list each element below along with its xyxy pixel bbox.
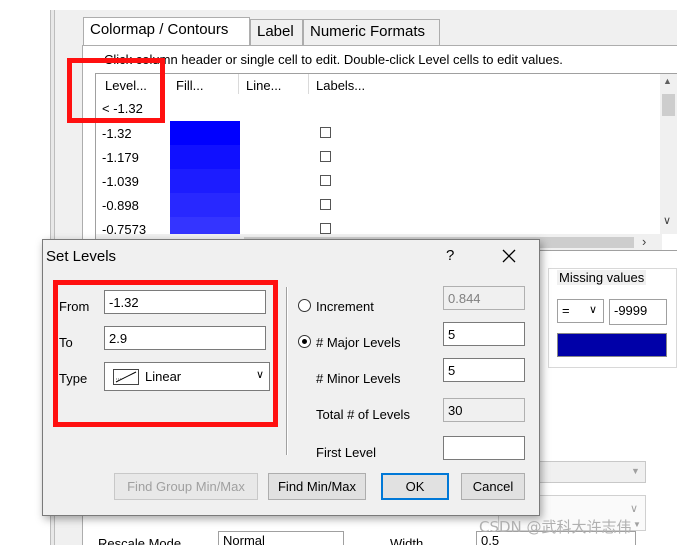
minor-levels-input[interactable]	[443, 358, 525, 382]
missing-values-label: Missing values	[557, 270, 647, 285]
rescale-mode-label: Rescale Mode	[98, 536, 182, 545]
help-button[interactable]: ?	[446, 247, 454, 264]
fill-swatch[interactable]	[170, 121, 240, 145]
scroll-up-icon[interactable]: ▲	[663, 76, 672, 86]
tab-label[interactable]: Label	[250, 19, 303, 45]
column-separator	[238, 74, 239, 94]
total-levels-label: Total # of Levels	[316, 407, 410, 422]
label-checkbox[interactable]	[320, 127, 331, 138]
highlight-box-range-fields	[53, 280, 278, 427]
watermark: CSDN @武科大许志伟	[479, 518, 632, 536]
level-cell[interactable]: -1.039	[102, 174, 139, 189]
label-checkbox[interactable]	[320, 199, 331, 210]
grid-hint-text: Click column header or single cell to ed…	[104, 52, 563, 67]
missing-operator-value: =	[562, 303, 570, 318]
find-group-minmax-button[interactable]: Find Group Min/Max	[114, 473, 258, 500]
fill-swatch[interactable]	[170, 145, 240, 169]
close-icon	[502, 249, 516, 263]
column-header-line[interactable]: Line...	[246, 78, 281, 93]
total-levels-input[interactable]	[443, 398, 525, 422]
dropdown-arrow-icon: ▼	[631, 466, 640, 476]
chevron-down-icon: ∨	[589, 304, 598, 316]
fill-swatch[interactable]	[170, 217, 240, 234]
column-header-fill[interactable]: Fill...	[176, 78, 203, 93]
missing-value-input[interactable]: -9999	[609, 299, 667, 325]
first-level-label: First Level	[316, 445, 376, 460]
minor-levels-label: # Minor Levels	[316, 371, 401, 386]
first-level-input[interactable]	[443, 436, 525, 460]
column-header-labels[interactable]: Labels...	[316, 78, 365, 93]
scroll-right-icon[interactable]: ›	[642, 234, 646, 249]
dropdown-arrow-icon: ▼	[633, 520, 641, 529]
level-cell[interactable]: -1.179	[102, 150, 139, 165]
rescale-mode-value: Normal	[223, 533, 265, 545]
label-checkbox[interactable]	[320, 151, 331, 162]
cancel-button[interactable]: Cancel	[461, 473, 525, 500]
scroll-down-icon[interactable]: ∨	[663, 214, 671, 227]
fill-swatch[interactable]	[170, 169, 240, 193]
missing-color-swatch[interactable]	[557, 333, 667, 357]
tab-numeric-formats[interactable]: Numeric Formats	[303, 19, 440, 45]
increment-label: Increment	[316, 299, 374, 314]
scrollbar-thumb[interactable]	[662, 94, 675, 116]
find-minmax-button[interactable]: Find Min/Max	[268, 473, 366, 500]
chevron-down-icon: ∨	[630, 503, 639, 515]
major-levels-radio[interactable]	[298, 335, 311, 348]
label-checkbox[interactable]	[320, 223, 331, 234]
dialog-title: Set Levels	[46, 248, 117, 265]
tab-colormap-contours[interactable]: Colormap / Contours	[83, 17, 250, 46]
major-levels-input[interactable]	[443, 322, 525, 346]
increment-radio[interactable]	[298, 299, 311, 312]
label-checkbox[interactable]	[320, 175, 331, 186]
level-cell[interactable]: -1.32	[102, 126, 132, 141]
rescale-mode-select[interactable]: Normal	[218, 531, 344, 545]
increment-input[interactable]	[443, 286, 525, 310]
column-separator	[308, 74, 309, 94]
width-label: Width	[390, 536, 424, 545]
level-cell[interactable]: -0.898	[102, 198, 139, 213]
highlight-box-level-header	[67, 58, 165, 123]
major-levels-label: # Major Levels	[316, 335, 401, 350]
missing-operator-select[interactable]: = ∨	[557, 299, 604, 323]
ok-button[interactable]: OK	[381, 473, 449, 500]
close-button[interactable]	[498, 244, 522, 268]
fill-swatch[interactable]	[170, 193, 240, 217]
dialog-divider	[286, 287, 288, 455]
